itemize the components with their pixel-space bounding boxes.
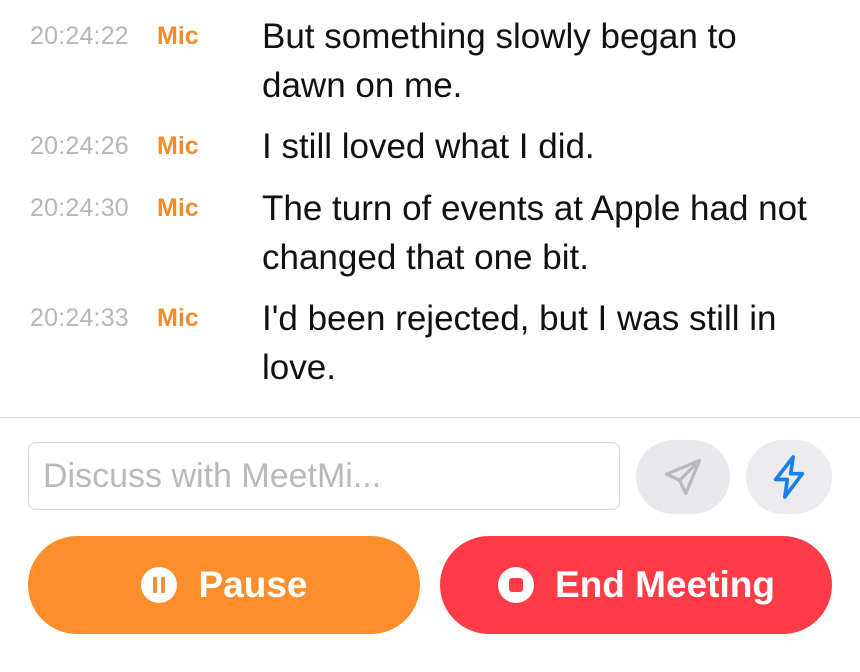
speaker-label: Mic <box>157 132 199 160</box>
pause-button[interactable]: Pause <box>28 536 420 634</box>
paper-plane-icon <box>664 458 702 496</box>
pause-icon <box>140 566 178 604</box>
send-button[interactable] <box>636 440 730 514</box>
transcript-text: I still loved what I did. <box>262 127 595 166</box>
timestamp: 20:24:26 <box>30 132 129 160</box>
chat-input-box[interactable] <box>28 442 620 510</box>
quick-action-button[interactable] <box>746 440 832 514</box>
transcript-text: But something slowly began to dawn on me… <box>262 17 737 105</box>
transcript-text: The turn of events at Apple had not chan… <box>262 189 807 277</box>
transcript-list: 20:24:22 Mic But something slowly began … <box>0 0 860 418</box>
timestamp: 20:24:22 <box>30 22 129 50</box>
speaker-label: Mic <box>157 22 199 50</box>
chat-input[interactable] <box>43 456 619 496</box>
meeting-screen: 20:24:22 Mic But something slowly began … <box>0 0 860 672</box>
divider <box>0 417 860 418</box>
timestamp: 20:24:33 <box>30 304 129 332</box>
end-meeting-label: End Meeting <box>555 564 775 605</box>
end-meeting-button[interactable]: End Meeting <box>440 536 832 634</box>
lightning-bolt-icon <box>773 455 805 499</box>
speaker-label: Mic <box>157 194 199 222</box>
transcript-text: I'd been rejected, but I was still in lo… <box>262 299 777 387</box>
pause-label: Pause <box>198 564 308 605</box>
speaker-label: Mic <box>157 304 199 332</box>
stop-icon <box>497 566 535 604</box>
timestamp: 20:24:30 <box>30 194 129 222</box>
